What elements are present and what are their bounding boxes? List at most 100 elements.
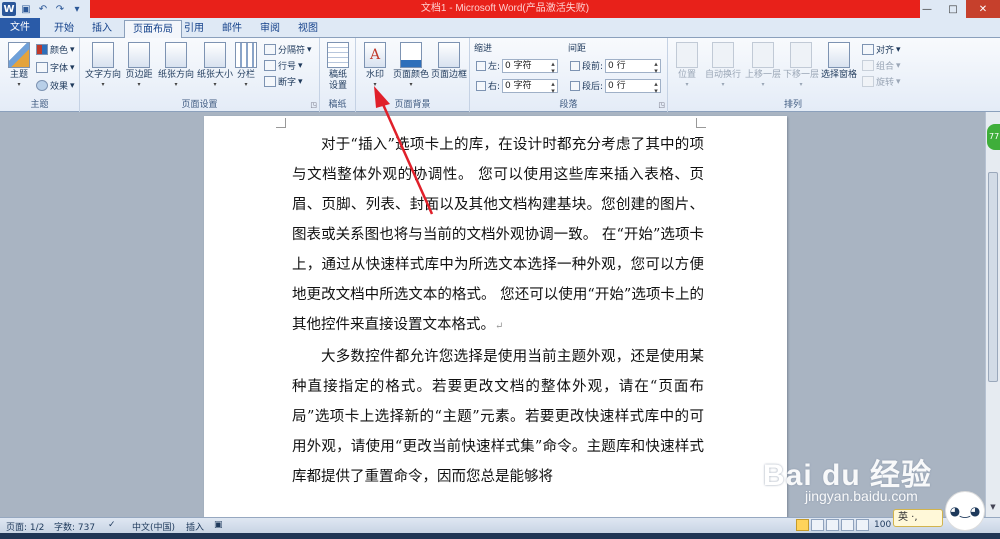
redo-icon[interactable]: ↷ [53,2,67,16]
group-label-page-background: 页面背景 [394,100,431,110]
send-backward-button[interactable]: 下移一层 ▾ [782,40,820,96]
group-label-draft: 稿纸 [328,100,347,110]
paper-size-icon [204,42,226,68]
columns-button[interactable]: 分栏 ▾ [232,40,260,96]
baidu-jingyan-watermark: Bai du 经验 jingyan.baidu.com [735,428,965,508]
indent-left-input[interactable]: 0 字符 [502,58,559,74]
web-layout-icon[interactable] [826,519,839,531]
selection-pane-icon [828,42,850,68]
ribbon: 主题 ▾ 颜色 ▾ 字体 ▾ 效果 ▾ 主题 文字方向 ▾ 页边距 ▾ 纸张方向… [0,38,1000,112]
zoom-level[interactable]: 100 [874,520,891,530]
line-numbers-icon [264,60,276,71]
scrollbar-thumb[interactable] [988,172,998,382]
paragraph-launcher-icon[interactable]: ◳ [658,101,665,109]
spacing-after-input[interactable]: 0 行 [605,78,662,94]
paragraph-1[interactable]: 对于“插入”选项卡上的库，在设计时都充分考虑了其中的项与文档整体外观的协调性。 … [292,130,704,342]
effects-icon [36,80,48,91]
page-color-button[interactable]: 页面颜色 ▾ [392,40,430,96]
tab-page-layout[interactable]: 页面布局 [124,20,182,39]
spacing-after-icon [570,80,580,91]
paragraph-mark-icon: ↵ [495,321,504,332]
selection-pane-button[interactable]: 选择窗格 [820,40,858,96]
rotate-button[interactable]: 旋转 ▾ [862,74,901,89]
vertical-scrollbar[interactable]: ▲ ▼ [985,112,1000,517]
undo-icon[interactable]: ↶ [36,2,50,16]
page-borders-button[interactable]: 页面边框 [430,40,468,96]
document-body[interactable]: 对于“插入”选项卡上的库，在设计时都充分考虑了其中的项与文档整体外观的协调性。 … [292,130,704,492]
page-color-icon [400,42,422,68]
theme-fonts-button[interactable]: 字体 ▾ [36,60,75,75]
send-backward-icon [790,42,812,68]
ime-indicator[interactable]: 英 ·, [893,509,943,527]
indent-right-input[interactable]: 0 字符 [502,78,559,94]
bring-forward-button[interactable]: 上移一层 ▾ [744,40,782,96]
text-direction-button[interactable]: 文字方向 ▾ [84,40,122,96]
macro-record-icon[interactable]: ▣ [214,520,223,530]
full-screen-reading-icon[interactable] [811,519,824,531]
group-objects-button[interactable]: 组合 ▾ [862,58,901,73]
draft-paper-button[interactable]: 稿纸 设置 [321,40,355,96]
tab-view[interactable]: 视图 [290,20,326,38]
view-buttons [796,519,869,531]
minimize-button[interactable]: — [914,0,940,18]
insert-mode[interactable]: 插入 [186,520,204,533]
scroll-down-icon[interactable]: ▼ [987,503,999,515]
themes-button[interactable]: 主题 ▾ [2,40,36,96]
page-setup-launcher-icon[interactable]: ◳ [310,101,317,109]
proofing-icon[interactable]: ✓ [108,520,116,530]
group-paragraph: 缩进 间距 左: 0 字符 右: 0 字符 段前: 0 行 段后: 0 行 段落… [470,38,668,112]
spacing-before-control: 段前: 0 行 [570,58,662,74]
spacing-before-input[interactable]: 0 行 [605,58,662,74]
tab-home[interactable]: 开始 [46,20,82,38]
orientation-button[interactable]: 纸张方向 ▾ [156,40,196,96]
margins-icon [128,42,150,68]
paragraph-2[interactable]: 大多数控件都允许您选择是使用当前主题外观，还是使用某种直接指定的格式。若要更改文… [292,342,704,492]
align-button[interactable]: 对齐 ▾ [862,42,901,57]
word-count[interactable]: 字数: 737 [54,520,95,533]
themes-icon [8,42,30,68]
window-controls: — □ ✕ [914,0,1000,18]
line-numbers-button[interactable]: 行号 ▾ [264,58,303,73]
tab-insert[interactable]: 插入 [84,20,120,38]
customize-qat-icon[interactable]: ▾ [70,2,84,16]
word-logo-icon[interactable]: W [2,2,16,16]
position-button[interactable]: 位置 ▾ [670,40,704,96]
page-borders-icon [438,42,460,68]
watermark-icon: A [364,42,386,68]
tab-review[interactable]: 审阅 [252,20,288,38]
theme-colors-button[interactable]: 颜色 ▾ [36,42,75,57]
quick-access-toolbar: W ▣ ↶ ↷ ▾ [0,0,84,18]
close-button[interactable]: ✕ [966,0,1000,18]
columns-icon [235,42,257,68]
wrap-text-button[interactable]: 自动换行 ▾ [704,40,742,96]
tab-references[interactable]: 引用 [176,20,212,38]
maximize-button[interactable]: □ [940,0,966,18]
draft-view-icon[interactable] [856,519,869,531]
title-bar: W ▣ ↶ ↷ ▾ 文档1 - Microsoft Word(产品激活失败) —… [0,0,1000,18]
mascot-icon: ◕‿◕ [945,491,985,531]
floating-badge[interactable]: 77 [987,124,1000,150]
outline-view-icon[interactable] [841,519,854,531]
save-icon[interactable]: ▣ [19,2,33,16]
breaks-button[interactable]: 分隔符 ▾ [264,42,312,57]
print-layout-icon[interactable] [796,519,809,531]
document-page[interactable]: 对于“插入”选项卡上的库，在设计时都充分考虑了其中的项与文档整体外观的协调性。 … [204,116,787,517]
language[interactable]: 中文(中国) [132,520,175,533]
size-button[interactable]: 纸张大小 ▾ [196,40,234,96]
font-icon [36,62,48,73]
watermark-button[interactable]: A 水印 ▾ [358,40,392,96]
margins-button[interactable]: 页边距 ▾ [122,40,156,96]
tab-mailings[interactable]: 邮件 [214,20,250,38]
indent-title: 缩进 [474,44,493,54]
ribbon-tabs: 文件 开始 插入 页面布局 引用 邮件 审阅 视图 ▵ ? [0,18,1000,52]
wrap-text-icon [712,42,734,68]
theme-effects-button[interactable]: 效果 ▾ [36,78,75,93]
hyphenation-icon [264,76,276,87]
tab-file[interactable]: 文件 [0,18,40,38]
spacing-after-control: 段后: 0 行 [570,78,662,94]
spacing-before-icon [570,60,580,71]
page-count[interactable]: 页面: 1/2 [6,520,44,533]
group-label-page-setup: 页面设置 [181,100,218,110]
orientation-icon [165,42,187,68]
hyphenation-button[interactable]: 断字 ▾ [264,74,303,89]
